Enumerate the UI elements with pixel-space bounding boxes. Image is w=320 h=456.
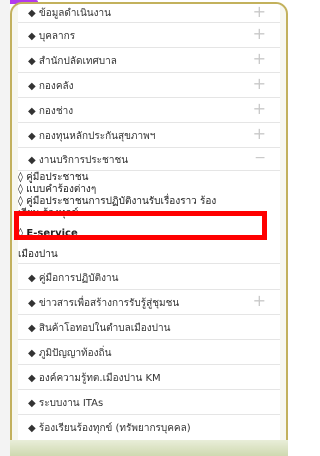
- plus-icon[interactable]: +: [253, 101, 266, 117]
- menu-item-label: ◆ ข่าวสารเพื่อสร้างการรับรู้สู่ชุมชน: [28, 298, 180, 309]
- menu-item-label: ◆ คู่มือการปฏิบัติงาน: [28, 273, 119, 284]
- menu-item-label: ◆ ระบบงาน ITAs: [28, 398, 104, 409]
- menu-item-km[interactable]: ◆ องค์ความรู้ทต.เมืองปาน KM: [18, 364, 280, 390]
- left-gutter: [0, 0, 10, 456]
- plus-icon[interactable]: +: [253, 51, 266, 67]
- plus-icon[interactable]: +: [253, 26, 266, 42]
- menu-item-otop-products[interactable]: ◆ สินค้าโอทอปในตำบลเมืองปาน: [18, 314, 280, 340]
- menu-item-label: ◆ งานบริการประชาชน: [28, 155, 129, 166]
- menu-item-municipal-office[interactable]: ◆ สำนักปลัดเทศบาล +: [18, 47, 280, 73]
- submenu-item-muangpan[interactable]: เมืองปาน: [18, 249, 280, 264]
- menu-item-engineering-division[interactable]: ◆ กองช่าง +: [18, 97, 280, 123]
- plus-icon[interactable]: +: [253, 4, 266, 20]
- menu-item-label: ◆ ข้อมูลดำเนินงาน: [28, 8, 111, 19]
- menu-item-local-wisdom[interactable]: ◆ ภูมิปัญญาท้องถิ่น: [18, 339, 280, 365]
- submenu-item-request-forms[interactable]: ◊ แบบคำร้องต่างๆ: [18, 184, 280, 196]
- menu-item-hr-complaints[interactable]: ◆ ร้องเรียนร้องทุกข์ (ทรัพยากรบุคคล): [18, 414, 280, 439]
- menu-item-label: ◆ กองทุนหลักประกันสุขภาพฯ: [28, 131, 156, 142]
- menu-item-label: ◆ ร้องเรียนร้องทุกข์ (ทรัพยากรบุคคล): [28, 423, 191, 434]
- menu-item-label: ◆ ภูมิปัญญาท้องถิ่น: [28, 348, 112, 359]
- plus-icon[interactable]: +: [253, 126, 266, 142]
- bottom-decoration: [10, 440, 288, 456]
- plus-icon[interactable]: +: [253, 293, 266, 309]
- plus-icon[interactable]: +: [253, 76, 266, 92]
- highlight-box: [14, 211, 267, 240]
- menu-item-itas[interactable]: ◆ ระบบงาน ITAs: [18, 389, 280, 415]
- submenu-item-citizen-manual[interactable]: ◊ คู่มือประชาชน: [18, 172, 280, 184]
- menu-item-label: ◆ บุคลากร: [28, 31, 76, 42]
- submenu-item-complaint-manual[interactable]: ◊ คู่มือประชาชนการปฏิบัติงานรับเรื่องราว…: [18, 196, 280, 208]
- menu-item-public-service[interactable]: ◆ งานบริการประชาชน −: [18, 147, 280, 171]
- menu-item-label: ◆ กองคลัง: [28, 81, 74, 92]
- menu-item-community-news[interactable]: ◆ ข่าวสารเพื่อสร้างการรับรู้สู่ชุมชน +: [18, 289, 280, 315]
- menu-item-label: ◆ สำนักปลัดเทศบาล: [28, 56, 117, 67]
- menu-item-finance-division[interactable]: ◆ กองคลัง +: [18, 72, 280, 98]
- menu-item-label: ◆ กองช่าง: [28, 106, 74, 117]
- menu-item-health-fund[interactable]: ◆ กองทุนหลักประกันสุขภาพฯ +: [18, 122, 280, 148]
- menu-item-operations[interactable]: ◆ ข้อมูลดำเนินงาน +: [18, 4, 280, 23]
- menu-item-label: ◆ สินค้าโอทอปในตำบลเมืองปาน: [28, 323, 171, 334]
- menu-item-personnel[interactable]: ◆ บุคลากร +: [18, 22, 280, 48]
- menu-item-label: ◆ องค์ความรู้ทต.เมืองปาน KM: [28, 373, 161, 384]
- minus-icon[interactable]: −: [254, 151, 266, 165]
- menu-item-operations-manual[interactable]: ◆ คู่มือการปฏิบัติงาน: [18, 264, 280, 290]
